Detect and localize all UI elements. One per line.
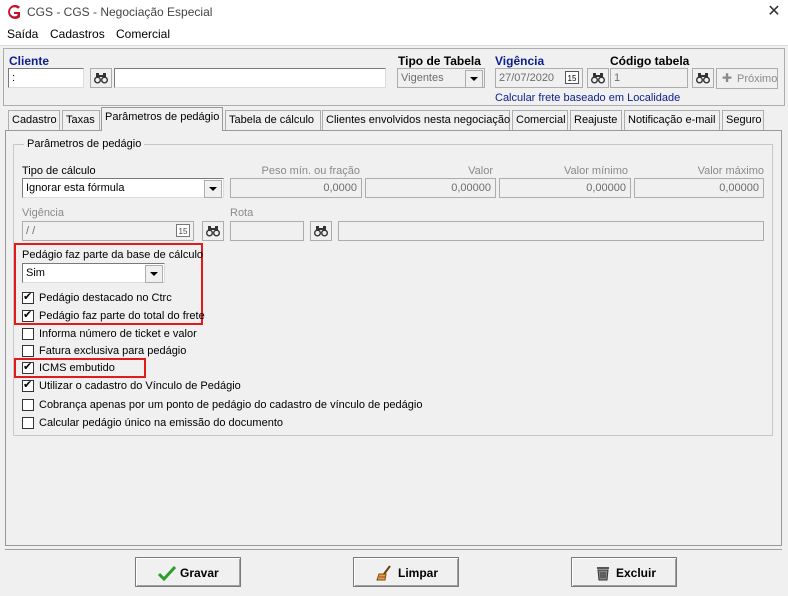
checkbox-pedagio-destacado[interactable] [22,290,34,304]
checkbox-pedagio-unico[interactable] [22,417,34,429]
cliente-name-field[interactable] [114,68,386,88]
menu-comercial[interactable]: Comercial [116,27,170,41]
cliente-code-field[interactable]: : [8,68,84,88]
checkmark-icon [158,565,176,581]
calendar-icon[interactable]: 15 [176,224,190,237]
tab-cadastro[interactable]: Cadastro [8,110,60,130]
tipo-calculo-select[interactable]: Ignorar esta fórmula [22,178,224,198]
cliente-search-button[interactable] [90,68,112,88]
checkbox-fatura-exclusiva[interactable] [22,345,34,357]
tab-comercial[interactable]: Comercial [512,110,568,130]
chevron-down-icon [145,265,163,283]
checkbox-label: Calcular pedágio único na emissão do doc… [39,417,283,429]
peso-label: Peso mín. ou fração [261,165,360,177]
trash-icon [597,567,609,581]
footer-divider [5,549,782,550]
app-logo-icon [8,5,20,19]
checkbox-vinculo-pedagio[interactable] [22,378,34,392]
tipo-tabela-select[interactable]: Vigentes [397,68,485,88]
cliente-label: Cliente [9,54,50,68]
codigo-tabela-field[interactable]: 1 [610,68,688,88]
tipo-tabela-label: Tipo de Tabela [398,54,481,68]
checkbox-label: Utilizar o cadastro do Vínculo de Pedági… [39,380,241,392]
menu-cadastros[interactable]: Cadastros [50,27,105,41]
vigencia-pedagio-field[interactable]: / / 15 [22,221,194,241]
codigo-search-button[interactable] [692,68,714,88]
tab-parametros-pedagio[interactable]: Parâmetros de pedágio [101,107,223,131]
binoculars-icon [314,226,328,237]
checkbox-label: Cobrança apenas por um ponto de pedágio … [39,399,423,411]
vigencia-search-button[interactable] [587,68,609,88]
checkbox-pedagio-total-frete[interactable] [22,308,34,322]
valor-minimo-label: Valor mínimo [564,165,628,177]
checkbox-label: Fatura exclusiva para pedágio [39,345,187,357]
window-title: CGS - CGS - Negociação Especial [27,5,213,19]
checkbox-label: Pedágio faz parte do total do frete [39,310,205,322]
chevron-down-icon [465,70,483,88]
valor-maximo-label: Valor máximo [697,165,764,177]
tab-reajuste[interactable]: Reajuste [570,110,622,130]
codigo-tabela-label: Código tabela [610,54,690,68]
checkbox-informa-ticket[interactable] [22,328,34,340]
chevron-down-icon [204,180,222,198]
broom-icon [376,565,391,581]
menu-bar: Saída Cadastros Comercial [0,24,788,46]
group-title: Parâmetros de pedágio [24,138,145,150]
tab-notificacao-email[interactable]: Notificação e-mail [624,110,720,130]
peso-field[interactable]: 0,0000 [230,178,362,198]
rota-code-field[interactable] [230,221,304,241]
rota-label: Rota [230,207,254,219]
calendar-icon[interactable]: 15 [565,71,579,84]
tab-taxas[interactable]: Taxas [62,110,100,130]
menu-saida[interactable]: Saída [7,27,38,41]
tab-seguro[interactable]: Seguro [722,110,764,130]
checkbox-label: ICMS embutido [39,362,115,374]
valor-minimo-field[interactable]: 0,00000 [499,178,631,198]
tipo-calculo-label: Tipo de cálculo [22,165,96,177]
binoculars-icon [206,226,220,237]
tab-clientes-envolvidos[interactable]: Clientes envolvidos nesta negociação [322,110,510,130]
checkbox-cobranca-ponto[interactable] [22,399,34,411]
tab-tabela-calculo[interactable]: Tabela de cálculo [225,110,321,130]
proximo-button[interactable]: ✚ Próximo [716,68,778,89]
vigencia-label: Vigência [495,54,545,68]
checkbox-label: Pedágio destacado no Ctrc [39,292,172,304]
binoculars-icon [591,73,605,84]
excluir-button[interactable]: Excluir [571,557,677,587]
title-bar: CGS - CGS - Negociação Especial ✕ [0,0,788,24]
rota-search-button[interactable] [310,221,332,241]
plus-icon: ✚ [722,71,733,85]
base-calculo-select[interactable]: Sim [22,263,165,283]
valor-label: Valor [468,165,493,177]
base-calculo-label: Pedágio faz parte da base de cálculo [22,249,204,261]
binoculars-icon [696,73,710,84]
valor-maximo-field[interactable]: 0,00000 [634,178,764,198]
vigencia-pedagio-search-button[interactable] [202,221,224,241]
calcular-frete-text: Calcular frete baseado em Localidade [495,92,681,104]
checkbox-label: Informa número de ticket e valor [39,328,197,340]
close-icon[interactable]: ✕ [764,2,784,22]
valor-field[interactable]: 0,00000 [365,178,496,198]
vigencia-field[interactable]: 27/07/2020 15 [495,68,583,88]
vigencia-pedagio-label: Vigência [22,207,64,219]
checkbox-icms-embutido[interactable] [22,360,34,374]
limpar-button[interactable]: Limpar [353,557,459,587]
binoculars-icon [94,73,108,84]
gravar-button[interactable]: Gravar [135,557,241,587]
rota-description-field[interactable] [338,221,764,241]
